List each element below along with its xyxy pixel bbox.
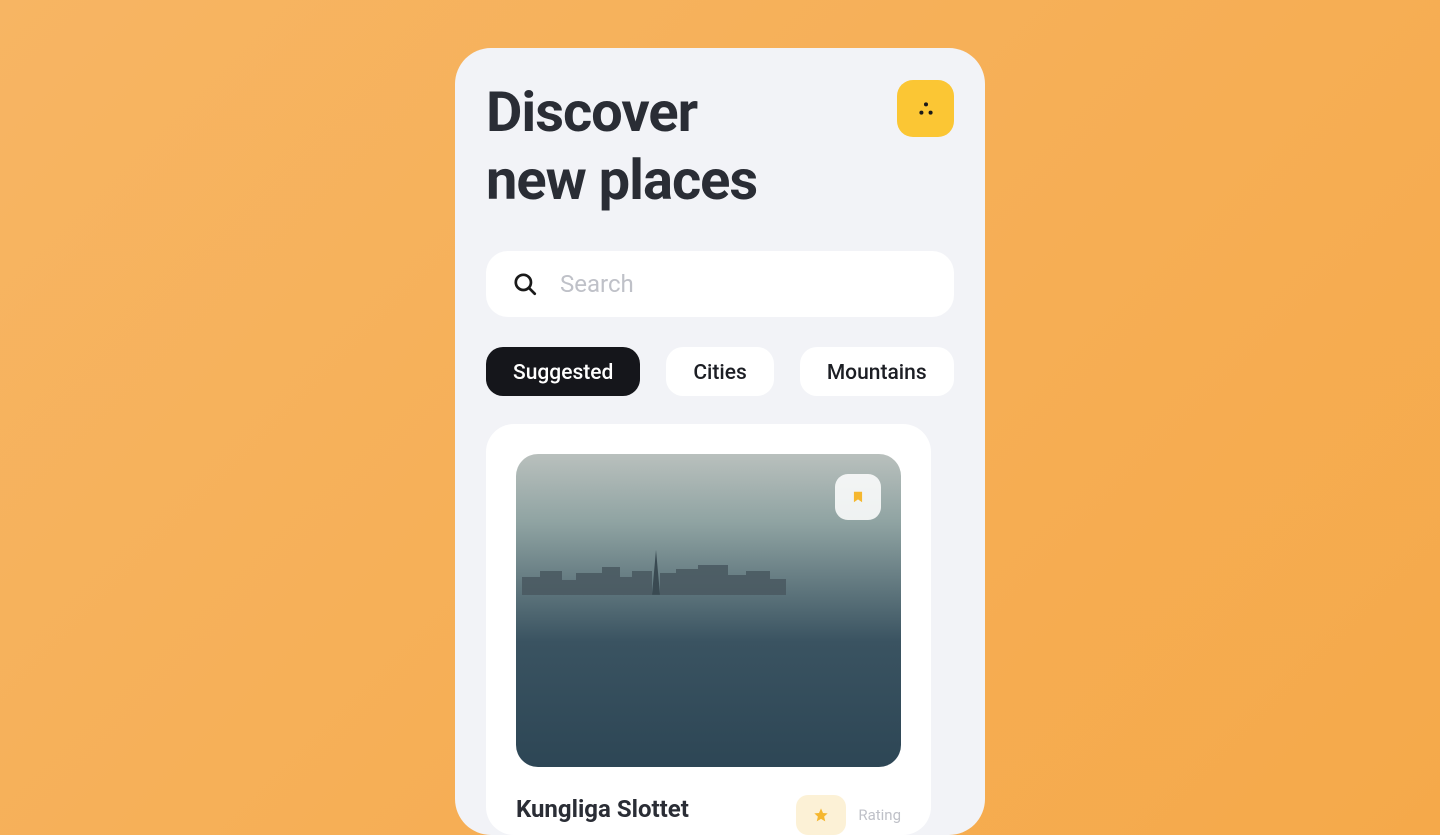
settings-icon <box>915 98 937 120</box>
search-icon <box>512 271 538 297</box>
page-title-line2: new places <box>486 146 757 214</box>
settings-button[interactable] <box>897 80 954 137</box>
place-name: Kungliga Slottet <box>516 795 689 823</box>
page-title-line1: Discover <box>486 78 757 146</box>
bookmark-button[interactable] <box>835 474 881 520</box>
place-image <box>516 454 901 767</box>
card-footer: Kungliga Slottet Rating <box>516 795 901 835</box>
tab-mountains[interactable]: Mountains <box>800 347 954 396</box>
category-tabs: Suggested Cities Mountains Beaches <box>486 347 954 396</box>
star-icon <box>813 807 829 823</box>
page-title-block: Discover new places <box>486 78 757 215</box>
tab-cities[interactable]: Cities <box>666 347 773 396</box>
rating-star-chip <box>796 795 846 835</box>
app-screen: Discover new places Suggested Cities Mou… <box>455 48 985 835</box>
rating-block: Rating <box>796 795 901 835</box>
skyline-graphic <box>516 557 901 595</box>
tab-suggested[interactable]: Suggested <box>486 347 640 396</box>
bookmark-icon <box>851 488 865 506</box>
rating-label: Rating <box>858 806 901 824</box>
place-card[interactable]: Kungliga Slottet Rating <box>486 424 931 835</box>
search-bar[interactable] <box>486 251 954 317</box>
search-input[interactable] <box>560 270 954 298</box>
header: Discover new places <box>486 78 954 215</box>
